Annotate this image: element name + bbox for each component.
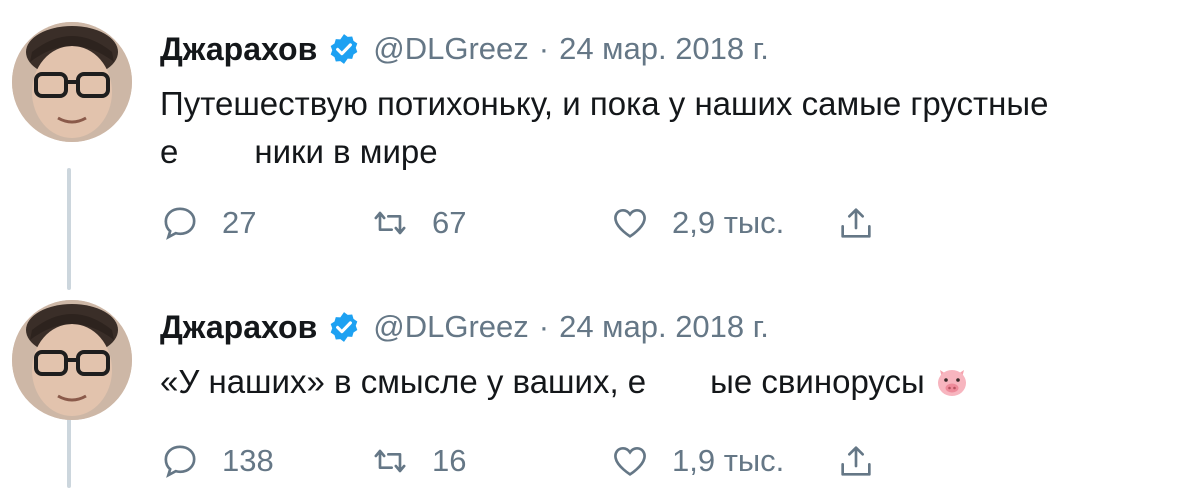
share-button[interactable] — [836, 200, 876, 246]
share-icon — [836, 441, 876, 481]
retweet-button[interactable]: 67 — [370, 200, 466, 246]
retweet-count: 16 — [432, 443, 467, 478]
author-name[interactable]: Джарахов — [160, 31, 317, 68]
author-handle[interactable]: @DLGreez — [373, 31, 529, 67]
tweet-actions: 138 16 1,9 тыс. — [160, 438, 920, 484]
tweet-date[interactable]: 24 мар. 2018 г. — [559, 31, 769, 67]
verified-badge-icon — [327, 310, 361, 344]
author-name[interactable]: Джарахов — [160, 309, 317, 346]
retweet-count: 67 — [432, 205, 467, 240]
heart-icon — [610, 203, 650, 243]
tweet-text-fragment: «У наших» в смысле у ваших, е — [160, 363, 647, 400]
like-count: 2,9 тыс. — [672, 205, 785, 240]
share-button[interactable] — [836, 438, 876, 484]
reply-button[interactable]: 138 — [160, 438, 274, 484]
avatar[interactable] — [12, 300, 132, 420]
thread-connector — [67, 168, 71, 290]
reply-button[interactable]: 27 — [160, 200, 256, 246]
separator: · — [538, 309, 550, 344]
reply-icon — [160, 441, 200, 481]
like-button[interactable]: 1,9 тыс. — [610, 438, 784, 484]
tweet-text-fragment: ые свинорусы — [710, 363, 925, 400]
tweet-actions: 27 67 2,9 тыс. — [160, 200, 920, 246]
tweet-text: Путешествую потихоньку, и пока у наших с… — [160, 80, 1170, 176]
share-icon — [836, 203, 876, 243]
tweet-text: «У наших» в смысле у ваших, е ые свинорус… — [160, 358, 1170, 412]
retweet-icon — [370, 203, 410, 243]
tweet-header: Джарахов @DLGreez · 24 мар. 2018 г. — [160, 304, 769, 350]
tweet-text-line: Путешествую потихоньку, и пока у наших с… — [160, 85, 1049, 122]
author-handle[interactable]: @DLGreez — [373, 309, 529, 345]
tweet-text-fragment: ники в мире — [254, 133, 438, 170]
verified-badge-icon — [327, 32, 361, 66]
retweet-button[interactable]: 16 — [370, 438, 466, 484]
reply-count: 138 — [222, 443, 274, 478]
separator: · — [538, 31, 550, 66]
retweet-icon — [370, 441, 410, 481]
tweet-header: Джарахов @DLGreez · 24 мар. 2018 г. — [160, 26, 769, 72]
tweet-text-line: е ники в мире — [160, 128, 1170, 176]
pig-face-emoji — [935, 364, 969, 412]
like-button[interactable]: 2,9 тыс. — [610, 200, 784, 246]
heart-icon — [610, 441, 650, 481]
tweet-date[interactable]: 24 мар. 2018 г. — [559, 309, 769, 345]
reply-icon — [160, 203, 200, 243]
like-count: 1,9 тыс. — [672, 443, 785, 478]
thread-connector — [67, 418, 71, 488]
tweet-text-fragment: е — [160, 133, 179, 170]
avatar[interactable] — [12, 22, 132, 142]
reply-count: 27 — [222, 205, 257, 240]
